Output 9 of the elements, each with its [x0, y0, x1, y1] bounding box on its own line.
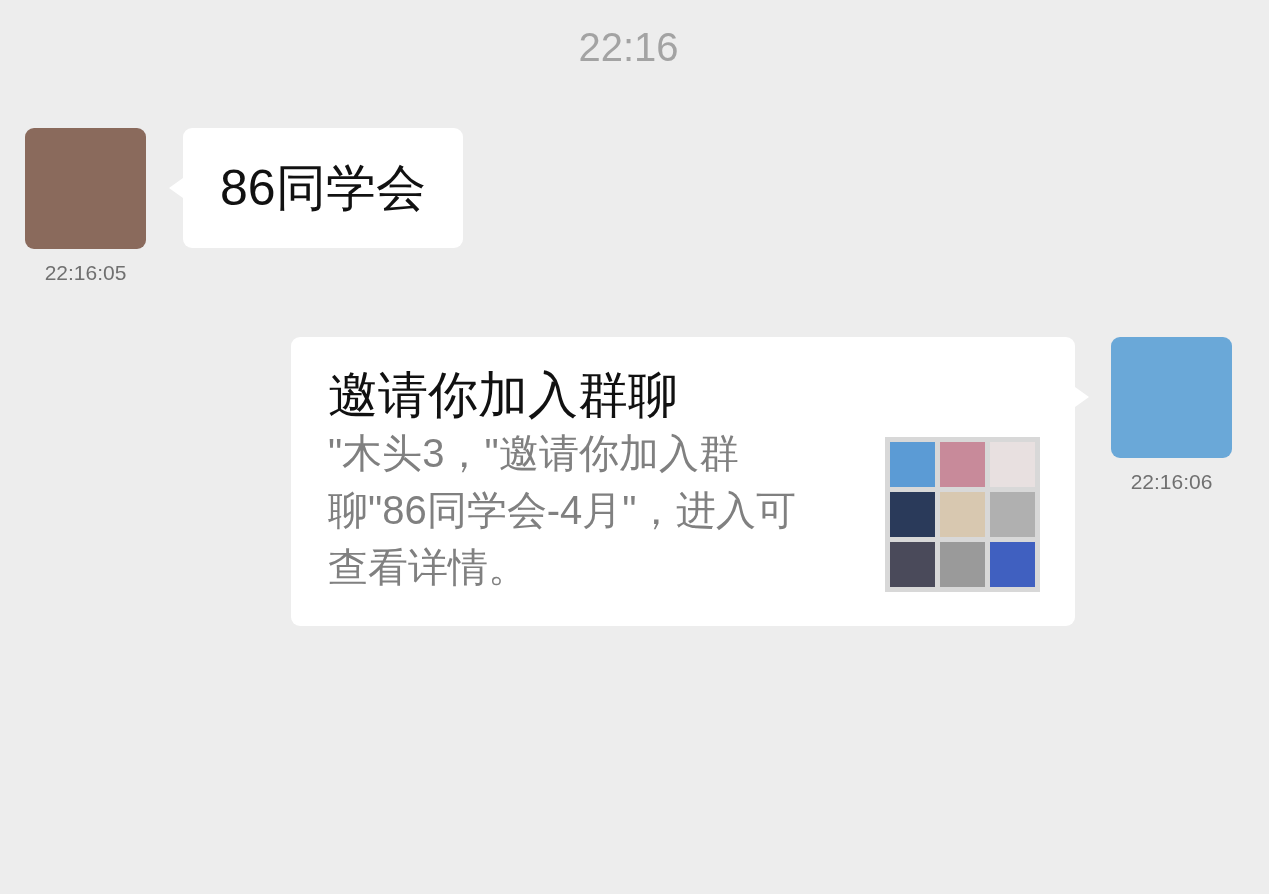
avatar-photo[interactable] [25, 128, 146, 249]
group-invite-card[interactable]: 邀请你加入群聊 "木头3，"邀请你加入群聊"86同学会-4月"，进入可查看详情。 [291, 337, 1075, 626]
message-timestamp: 22:16:06 [1130, 470, 1213, 494]
avatar-photo[interactable] [1111, 337, 1232, 458]
invite-title: 邀请你加入群聊 [328, 366, 679, 425]
time-divider: 22:16 [577, 24, 680, 70]
invite-description: "木头3，"邀请你加入群聊"86同学会-4月"，进入可查看详情。 [328, 430, 798, 591]
message-bubble[interactable]: 86同学会 [183, 128, 463, 248]
message-timestamp: 22:16:05 [44, 261, 127, 285]
